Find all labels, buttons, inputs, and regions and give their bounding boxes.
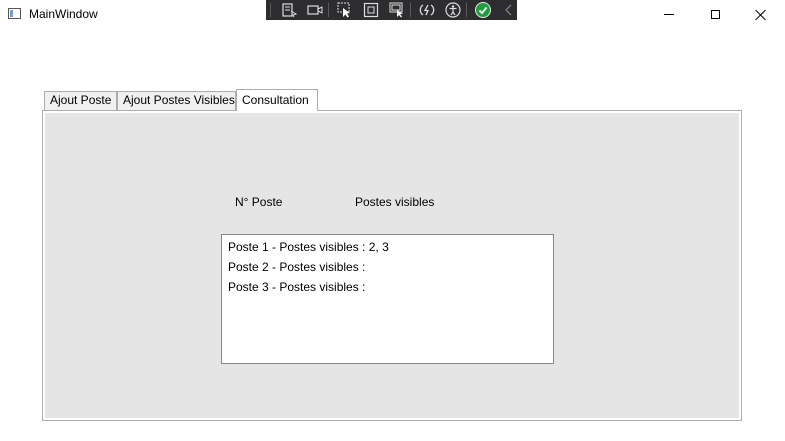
video-icon[interactable] xyxy=(306,2,324,18)
track-focused-element-icon[interactable] xyxy=(388,2,406,18)
toolbar-separator xyxy=(328,3,329,17)
minimize-icon xyxy=(664,14,674,15)
tab-ajout-postes-visibles[interactable]: Ajout Postes Visibles xyxy=(117,91,236,110)
maximize-icon xyxy=(710,10,720,19)
close-icon xyxy=(755,9,767,21)
toolbar-grip xyxy=(270,3,271,17)
collapse-arrow-icon[interactable] xyxy=(500,2,518,18)
hot-reload-icon[interactable] xyxy=(418,2,436,18)
maximize-button[interactable] xyxy=(692,0,738,29)
label-postes-visibles: Postes visibles xyxy=(355,195,435,209)
list-item[interactable]: Poste 2 - Postes visibles : xyxy=(228,258,547,278)
xaml-debug-toolbar xyxy=(266,0,517,20)
window-app-icon xyxy=(8,8,21,19)
label-num-poste: N° Poste xyxy=(235,195,283,209)
go-to-live-visual-tree-icon[interactable] xyxy=(280,2,298,18)
list-item[interactable]: Poste 3 - Postes visibles : xyxy=(228,278,547,298)
tab-consultation[interactable]: Consultation xyxy=(236,89,318,111)
toolbar-separator xyxy=(466,3,467,17)
accessibility-icon[interactable] xyxy=(444,2,462,18)
tab-ajout-poste[interactable]: Ajout Poste xyxy=(44,91,117,110)
display-layout-adorners-icon[interactable] xyxy=(362,2,380,18)
postes-listbox[interactable]: Poste 1 - Postes visibles : 2, 3 Poste 2… xyxy=(221,234,554,364)
consultation-panel: N° Poste Postes visibles Poste 1 - Poste… xyxy=(45,113,739,418)
status-check-icon[interactable] xyxy=(474,2,492,18)
tab-content-consultation: N° Poste Postes visibles Poste 1 - Poste… xyxy=(42,110,742,421)
window-title: MainWindow xyxy=(29,7,98,21)
list-item[interactable]: Poste 1 - Postes visibles : 2, 3 xyxy=(228,238,547,258)
minimize-button[interactable] xyxy=(646,0,692,29)
select-element-icon[interactable] xyxy=(336,2,354,18)
toolbar-separator xyxy=(410,3,411,17)
close-button[interactable] xyxy=(738,0,784,29)
